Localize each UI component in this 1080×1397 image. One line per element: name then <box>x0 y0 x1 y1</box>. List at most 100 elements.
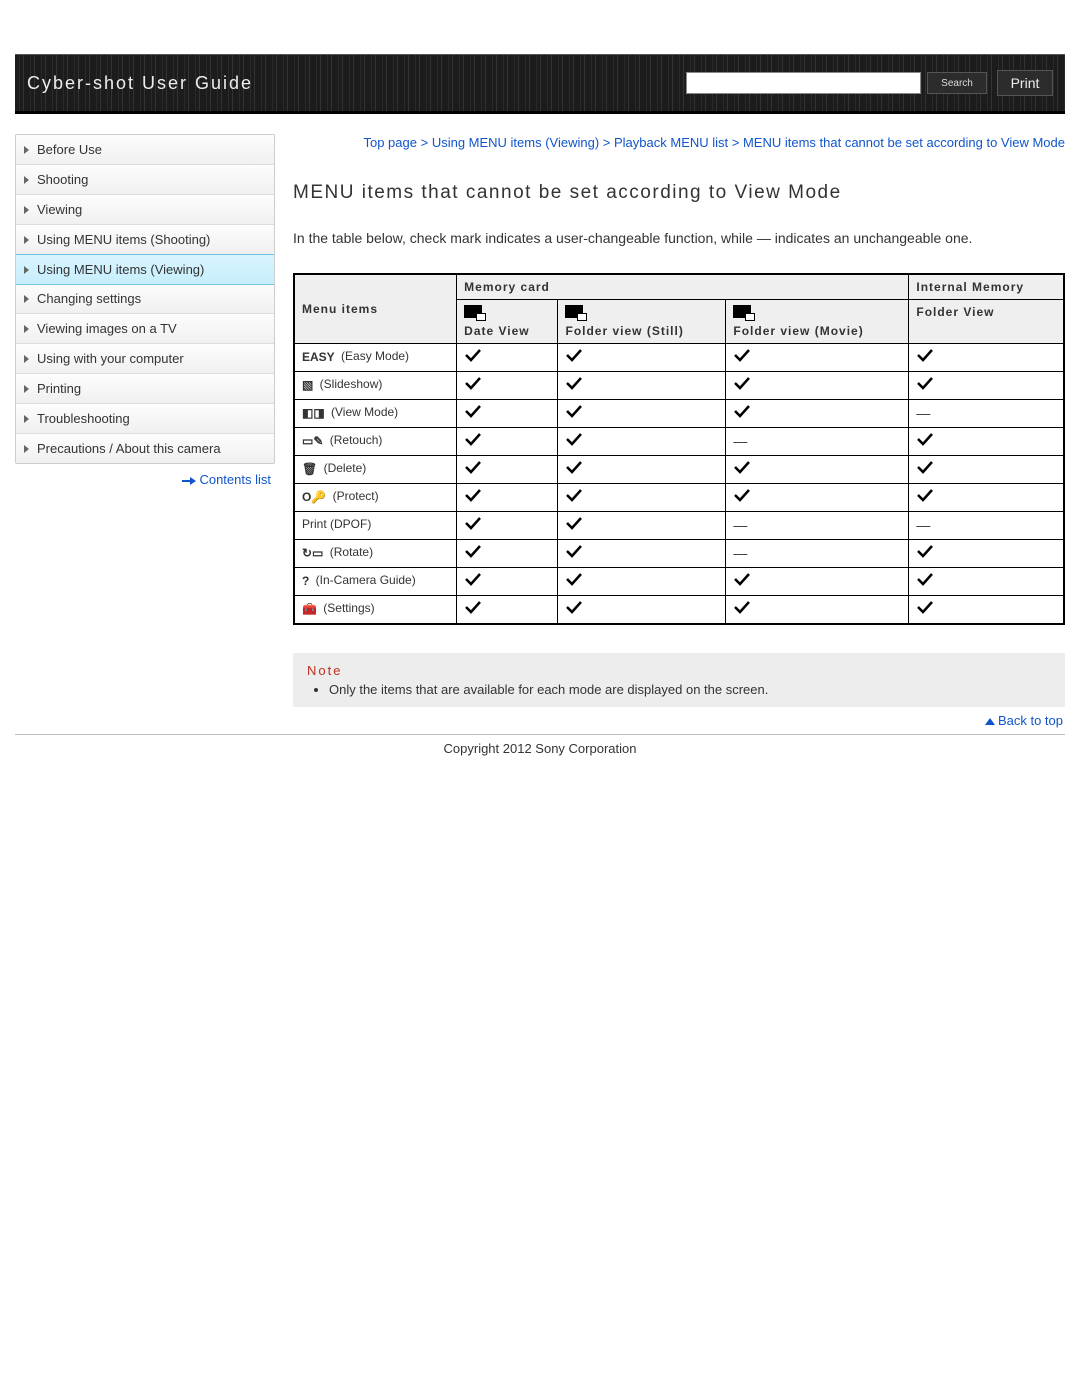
chevron-right-icon <box>24 295 29 303</box>
compat-cell <box>726 372 909 400</box>
compat-cell <box>457 344 558 372</box>
check-icon <box>565 488 583 502</box>
page-title: MENU items that cannot be set according … <box>293 182 1065 204</box>
table-row: ▭✎ (Retouch)— <box>294 428 1064 456</box>
back-to-top-link[interactable]: Back to top <box>998 713 1063 728</box>
breadcrumb-link-3[interactable]: MENU items that cannot be set according … <box>743 135 1065 150</box>
sidebar-item-7[interactable]: Using with your computer <box>16 344 274 374</box>
dash-icon: — <box>916 517 930 533</box>
rotate-icon: ↻▭ <box>302 546 323 560</box>
chevron-right-icon <box>24 385 29 393</box>
compat-cell <box>909 372 1064 400</box>
sidebar-item-label: Using MENU items (Viewing) <box>37 262 204 277</box>
chevron-right-icon <box>24 236 29 244</box>
copyright: Copyright 2012 Sony Corporation <box>15 734 1065 756</box>
compat-cell <box>558 372 726 400</box>
compatibility-table: Menu items Memory card Internal Memory D… <box>293 273 1065 625</box>
compat-cell <box>457 428 558 456</box>
compat-cell <box>909 484 1064 512</box>
check-icon <box>565 572 583 586</box>
sidebar-item-9[interactable]: Troubleshooting <box>16 404 274 434</box>
header-bar: Cyber-shot User Guide Search Print <box>15 54 1065 114</box>
compat-cell <box>457 484 558 512</box>
breadcrumb: Top page > Using MENU items (Viewing) > … <box>293 134 1065 152</box>
th-memory-card: Memory card <box>457 274 909 300</box>
th-date-view: Date View <box>457 300 558 344</box>
app-title: Cyber-shot User Guide <box>27 73 686 94</box>
search-input[interactable] <box>686 72 921 94</box>
th-folder-movie: Folder view (Movie) <box>726 300 909 344</box>
compat-cell <box>909 428 1064 456</box>
check-icon <box>916 572 934 586</box>
compat-cell <box>558 456 726 484</box>
viewmode-icon: ◧◨ <box>302 406 325 420</box>
sidebar-item-4[interactable]: Using MENU items (Viewing) <box>15 254 275 285</box>
table-row: 🗑 (Delete) <box>294 456 1064 484</box>
sidebar-item-10[interactable]: Precautions / About this camera <box>16 434 274 463</box>
note-text: Only the items that are available for ea… <box>329 682 1051 697</box>
table-row: 🧰 (Settings) <box>294 596 1064 625</box>
chevron-right-icon <box>24 355 29 363</box>
menu-item-label: 🗑 (Delete) <box>294 456 457 484</box>
breadcrumb-link-0[interactable]: Top page <box>363 135 417 150</box>
menu-item-label: Print (DPOF) <box>294 512 457 540</box>
delete-icon: 🗑 <box>302 462 317 476</box>
intro-text: In the table below, check mark indicates… <box>293 228 1065 249</box>
sidebar-item-label: Changing settings <box>37 291 141 306</box>
breadcrumb-link-2[interactable]: Playback MENU list <box>614 135 728 150</box>
compat-cell: — <box>726 540 909 568</box>
check-icon <box>464 404 482 418</box>
breadcrumb-link-1[interactable]: Using MENU items (Viewing) <box>432 135 599 150</box>
compat-cell: — <box>726 512 909 540</box>
retouch-icon: ▭✎ <box>302 434 323 448</box>
compat-cell <box>558 568 726 596</box>
sidebar-item-label: Viewing images on a TV <box>37 321 177 336</box>
check-icon <box>916 348 934 362</box>
compat-cell <box>558 484 726 512</box>
compat-cell <box>558 344 726 372</box>
check-icon <box>565 376 583 390</box>
sidebar-item-1[interactable]: Shooting <box>16 165 274 195</box>
check-icon <box>916 432 934 446</box>
sidebar-item-3[interactable]: Using MENU items (Shooting) <box>16 225 274 255</box>
table-row: EASY (Easy Mode) <box>294 344 1064 372</box>
sidebar-item-2[interactable]: Viewing <box>16 195 274 225</box>
check-icon <box>916 376 934 390</box>
compat-cell <box>909 540 1064 568</box>
compat-cell <box>457 568 558 596</box>
sidebar-item-label: Viewing <box>37 202 82 217</box>
compat-cell <box>558 428 726 456</box>
sidebar-item-6[interactable]: Viewing images on a TV <box>16 314 274 344</box>
dash-icon: — <box>916 405 930 421</box>
guide-icon: ? <box>302 574 309 588</box>
print-button[interactable]: Print <box>997 70 1053 96</box>
settings-icon: 🧰 <box>302 602 317 616</box>
sidebar-item-label: Using with your computer <box>37 351 184 366</box>
sidebar-item-label: Troubleshooting <box>37 411 130 426</box>
menu-item-label: O🔑 (Protect) <box>294 484 457 512</box>
sidebar-nav: Before UseShooting Viewing Using MENU item… <box>15 134 275 464</box>
compat-cell <box>909 344 1064 372</box>
sidebar-item-5[interactable]: Changing settings <box>16 284 274 314</box>
table-row: O🔑 (Protect) <box>294 484 1064 512</box>
check-icon <box>464 376 482 390</box>
compat-cell <box>558 512 726 540</box>
check-icon <box>916 488 934 502</box>
chevron-right-icon <box>24 325 29 333</box>
sidebar-item-8[interactable]: Printing <box>16 374 274 404</box>
compat-cell <box>457 596 558 625</box>
compat-cell <box>558 400 726 428</box>
check-icon <box>464 600 482 614</box>
sidebar-item-0[interactable]: Before Use <box>16 135 274 165</box>
check-icon <box>733 488 751 502</box>
compat-cell <box>909 596 1064 625</box>
compat-cell <box>909 456 1064 484</box>
check-icon <box>464 572 482 586</box>
compat-cell: — <box>909 400 1064 428</box>
search-button[interactable]: Search <box>927 72 987 94</box>
table-row: ? (In-Camera Guide) <box>294 568 1064 596</box>
check-icon <box>464 544 482 558</box>
check-icon <box>916 460 934 474</box>
contents-list-link[interactable]: Contents list <box>199 472 271 487</box>
check-icon <box>565 544 583 558</box>
